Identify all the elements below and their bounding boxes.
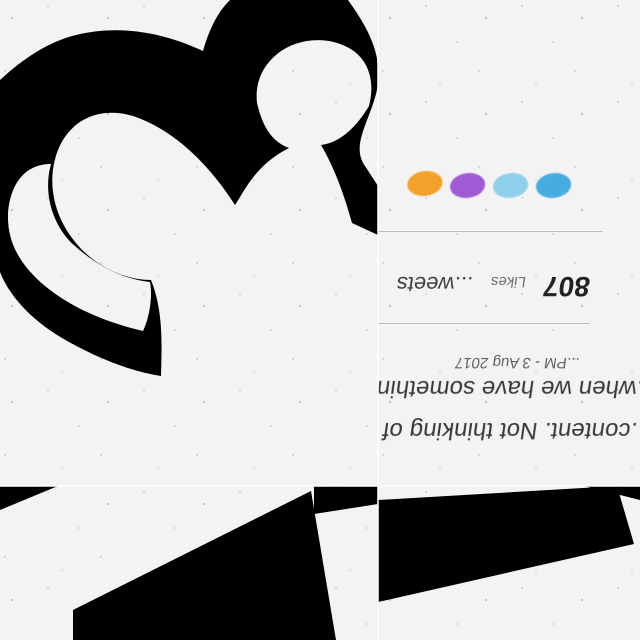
diagonal-stroke-fragment [378,486,634,602]
puzzle-tile-top-right[interactable]: ...content. Not thinking of it as conten… [378,0,640,486]
retweets-label: ...weets [394,272,475,297]
diagonal-stroke-fragment [314,486,378,514]
puzzle-tile-bottom-right[interactable] [378,486,640,640]
avatar[interactable] [405,171,445,196]
black-diagonal-stroke [378,486,640,602]
puzzle-tile-bottom-left[interactable] [0,486,378,640]
jigsaw-puzzle-screen: ...content. Not thinking of it as conten… [0,0,640,640]
avatar[interactable] [448,173,487,198]
rotated-tweet-card: ...content. Not thinking of it as conten… [378,0,640,476]
tweet-divider [378,323,590,324]
diagonal-stroke-fragment [73,491,336,640]
black-three-shape [0,0,378,376]
tweet-divider [378,231,603,232]
tweet-timestamp: ...PM - 3 Aug 2017 [453,354,581,371]
puzzle-tile-top-left[interactable] [0,0,378,486]
avatar[interactable] [534,173,573,198]
avatar[interactable] [491,173,530,198]
large-number-three-glyph [0,0,378,376]
tweet-text-line: ...content. Not thinking of it as conten… [378,417,640,444]
black-diagonal-stroke [0,486,378,640]
tweet-engagement-stats: 807 Likes ...weets [394,270,592,302]
likes-count: 807 [541,271,593,302]
tweet-text: ...content. Not thinking of it as conten… [378,325,640,451]
diagonal-stroke-fragment [0,486,58,510]
tweet-text-line: ...when we have something to share. [378,375,640,402]
likes-label: Likes [489,273,528,290]
liked-by-avatars [405,164,574,208]
